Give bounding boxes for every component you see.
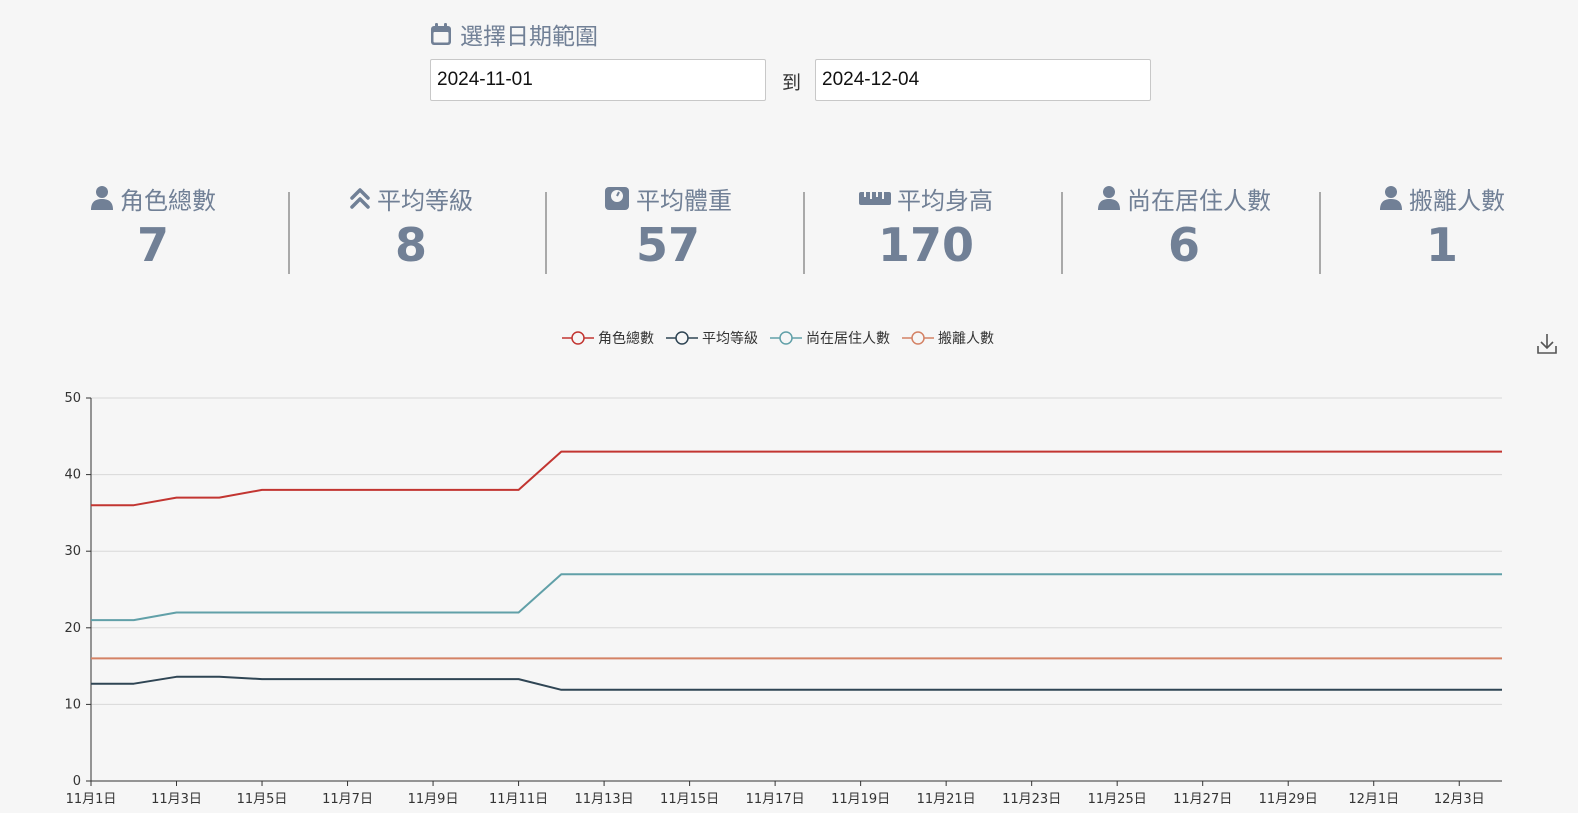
y-tick-label: 0 — [73, 774, 81, 789]
x-tick-label: 11月19日 — [831, 792, 890, 807]
line-chart: 0 10 20 30 40 50 11月1日 11月3日 11月5日 11月7日 11月9日 11月1… — [64, 391, 1502, 807]
user-icon — [1098, 186, 1120, 210]
legend-label: 搬離人數 — [938, 331, 994, 347]
legend-marker — [562, 331, 594, 345]
stat-label: 平均體重 — [636, 186, 732, 215]
stat-current-residents: 尚在居住人數 6 — [1055, 180, 1313, 274]
legend-marker — [770, 331, 802, 345]
x-tick-label: 11月11日 — [489, 792, 548, 807]
calendar-icon — [431, 23, 451, 45]
x-tick-label: 11月3日 — [151, 792, 202, 807]
stat-total-characters: 角色總數 7 — [24, 180, 282, 274]
stat-average-weight: 平均體重 57 — [539, 180, 797, 274]
weight-scale-icon — [605, 187, 629, 210]
stat-average-height: 平均身高 170 — [797, 180, 1055, 274]
download-icon[interactable] — [1536, 332, 1558, 356]
date-range-section: 選擇日期範圍 到 — [430, 18, 1160, 101]
x-tick-label: 12月3日 — [1434, 792, 1485, 807]
x-tick-label: 11月15日 — [660, 792, 719, 807]
x-tick-label: 11月27日 — [1173, 792, 1232, 807]
chart-legend: 角色總數 平均等級 尚在居住人數 搬離人數 — [562, 328, 1006, 348]
series-line — [91, 675, 1502, 691]
x-tick-label: 11月7日 — [322, 792, 373, 807]
stat-value: 170 — [877, 218, 975, 272]
legend-marker — [902, 331, 934, 345]
stat-value: 1 — [1425, 218, 1458, 272]
legend-label: 平均等級 — [702, 331, 758, 347]
stat-label: 角色總數 — [120, 186, 216, 215]
date-range-title: 選擇日期範圍 — [460, 24, 598, 50]
legend-label: 尚在居住人數 — [806, 331, 890, 347]
date-range-header: 選擇日期範圍 — [430, 18, 1160, 50]
x-tick-label: 11月21日 — [917, 792, 976, 807]
stat-label: 平均等級 — [377, 186, 473, 215]
x-tick-label: 11月5日 — [237, 792, 288, 807]
user-icon — [1380, 186, 1402, 210]
stat-value: 6 — [1167, 218, 1200, 272]
series-line — [91, 573, 1502, 622]
x-tick-label: 11月9日 — [408, 792, 459, 807]
stat-value: 7 — [136, 218, 169, 272]
x-tick-label: 11月29日 — [1259, 792, 1318, 807]
user-icon — [91, 186, 113, 210]
stat-average-level: 平均等級 8 — [282, 180, 540, 274]
y-tick-label: 20 — [64, 621, 81, 636]
y-tick-label: 30 — [64, 544, 81, 559]
legend-label: 角色總數 — [598, 331, 654, 347]
legend-marker — [666, 331, 698, 345]
stat-label: 平均身高 — [897, 186, 993, 215]
start-date-input[interactable] — [430, 59, 766, 101]
stat-value: 8 — [394, 218, 427, 272]
x-tick-label: 11月23日 — [1002, 792, 1061, 807]
y-tick-label: 50 — [64, 391, 81, 406]
stat-label: 尚在居住人數 — [1127, 186, 1271, 215]
end-date-input[interactable] — [815, 59, 1151, 101]
stat-moved-out: 搬離人數 1 — [1313, 180, 1571, 274]
stat-value: 57 — [635, 218, 700, 272]
stats-row: 角色總數 7 平均等級 8 平均體重 57 平均身高 170 尚在居住人數 6 … — [24, 180, 1570, 280]
x-tick-label: 11月13日 — [575, 792, 634, 807]
ruler-icon — [859, 192, 891, 205]
legend-item[interactable]: 平均等級 — [666, 328, 758, 348]
series-line — [91, 450, 1502, 507]
x-tick-label: 11月1日 — [66, 792, 117, 807]
y-tick-label: 10 — [64, 697, 81, 712]
x-tick-label: 12月1日 — [1348, 792, 1399, 807]
y-tick-label: 40 — [64, 468, 81, 483]
angles-up-icon — [350, 188, 370, 209]
date-to-label: 到 — [782, 72, 802, 94]
x-tick-label: 11月25日 — [1088, 792, 1147, 807]
x-tick-label: 11月17日 — [746, 792, 805, 807]
legend-item[interactable]: 尚在居住人數 — [770, 328, 890, 348]
stat-label: 搬離人數 — [1409, 186, 1505, 215]
legend-item[interactable]: 角色總數 — [562, 328, 654, 348]
legend-item[interactable]: 搬離人數 — [902, 328, 994, 348]
